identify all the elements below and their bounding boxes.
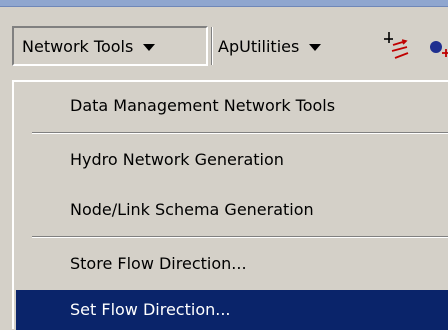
menu-separator [32, 132, 448, 134]
menu-item-node-link-schema-generation[interactable]: Node/Link Schema Generation [16, 190, 448, 230]
add-node-icon[interactable] [426, 29, 448, 63]
network-tools-dropdown[interactable]: Network Tools [12, 26, 208, 66]
menu-item-data-management-network-tools[interactable]: Data Management Network Tools [16, 86, 448, 126]
aputilities-dropdown[interactable]: ApUtilities [214, 26, 366, 66]
menu-item-hydro-network-generation[interactable]: Hydro Network Generation [16, 140, 448, 180]
network-tools-label: Network Tools [22, 36, 134, 56]
dropdown-arrow-icon [309, 43, 322, 51]
network-tools-menu: Data Management Network Tools Hydro Netw… [12, 80, 448, 330]
toolbar: Network Tools ApUtilities [0, 7, 448, 81]
flow-arrows-icon[interactable] [380, 29, 414, 63]
menu-item-store-flow-direction[interactable]: Store Flow Direction... [16, 244, 448, 284]
menu-separator [32, 236, 448, 238]
menu-item-set-flow-direction[interactable]: Set Flow Direction... [16, 290, 448, 330]
window-title-strip [0, 0, 448, 7]
aputilities-label: ApUtilities [218, 36, 300, 56]
dropdown-arrow-icon [143, 43, 156, 51]
toolbar-separator [211, 27, 213, 65]
